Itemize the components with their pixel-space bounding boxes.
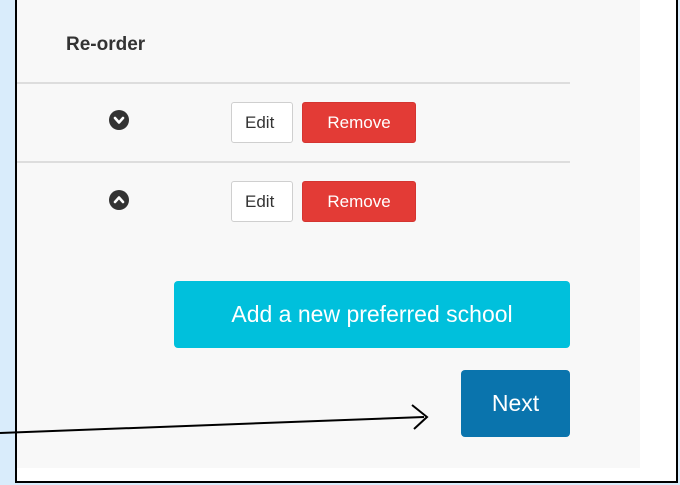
next-button[interactable]: Next: [461, 370, 570, 437]
chevron-up-icon[interactable]: [109, 190, 129, 210]
table-divider: [17, 161, 570, 163]
preferred-schools-panel: Re-order Edit Remove Edit Remove Add a n…: [15, 0, 678, 483]
remove-button[interactable]: Remove: [302, 102, 416, 143]
edit-button[interactable]: Edit: [231, 102, 293, 143]
edit-button[interactable]: Edit: [231, 181, 293, 222]
remove-button[interactable]: Remove: [302, 181, 416, 222]
table-divider: [17, 82, 570, 84]
schools-table-area: Re-order Edit Remove Edit Remove Add a n…: [17, 0, 640, 468]
chevron-down-glyph: [113, 116, 125, 124]
chevron-up-glyph: [113, 196, 125, 204]
add-preferred-school-button[interactable]: Add a new preferred school: [174, 281, 570, 348]
chevron-down-icon[interactable]: [109, 110, 129, 130]
reorder-column-header: Re-order: [66, 34, 146, 55]
